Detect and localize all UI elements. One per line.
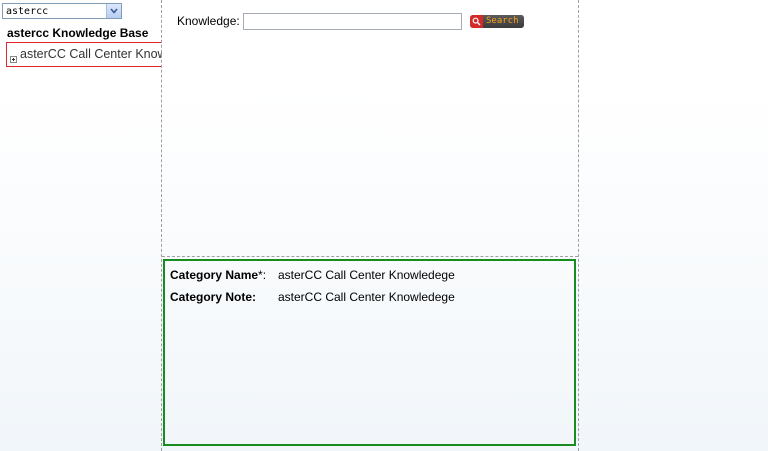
- middle-divider: [162, 256, 578, 257]
- chevron-down-icon[interactable]: [106, 4, 121, 18]
- search-input[interactable]: [243, 13, 462, 30]
- required-mark: *:: [258, 268, 267, 282]
- tree-item-label[interactable]: asterCC Call Center Knowledege: [20, 47, 162, 61]
- search-button[interactable]: Search: [470, 15, 524, 28]
- category-tree: asterCC Call Center Knowledege: [6, 42, 162, 67]
- expand-plus-icon[interactable]: [10, 50, 17, 63]
- magnifier-icon: [470, 15, 483, 28]
- search-label: Knowledge:: [177, 14, 240, 28]
- left-divider: [161, 0, 162, 451]
- category-note-label: Category Note:: [170, 290, 257, 304]
- search-button-label: Search: [483, 15, 524, 28]
- knowledge-base-title: astercc Knowledge Base: [7, 26, 149, 40]
- category-note-value: asterCC Call Center Knowledege: [278, 290, 455, 304]
- category-detail-panel: Category Name*: asterCC Call Center Know…: [163, 259, 576, 446]
- knowledge-base-select-value: astercc: [6, 6, 49, 17]
- left-panel: astercc astercc Knowledge Base asterCC C…: [0, 0, 162, 451]
- category-name-label-text: Category Name: [170, 268, 259, 282]
- knowledge-base-select[interactable]: astercc: [2, 3, 122, 19]
- category-name-value: asterCC Call Center Knowledege: [278, 268, 455, 282]
- category-name-label: Category Name*:: [170, 268, 266, 282]
- right-divider: [578, 0, 579, 451]
